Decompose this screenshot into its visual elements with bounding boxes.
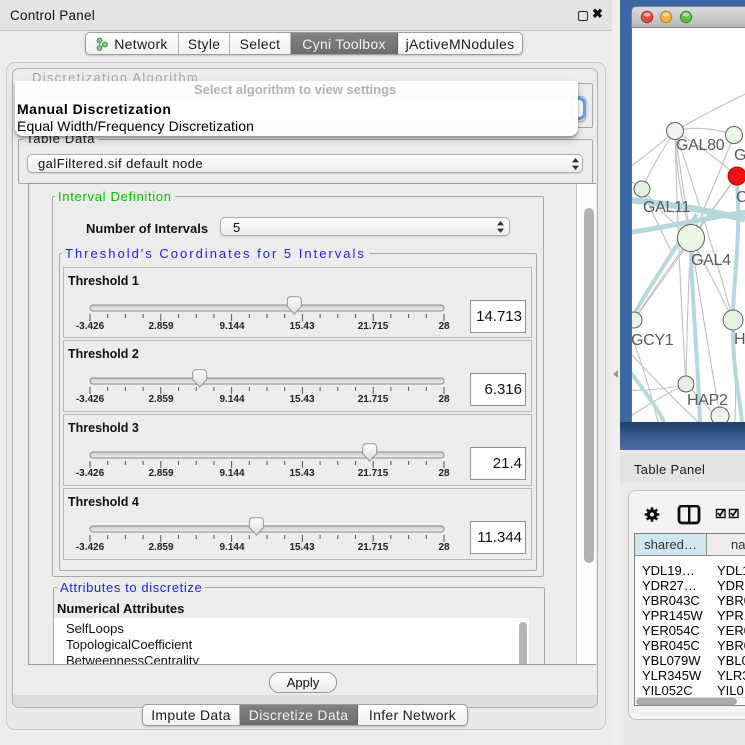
- svg-text:HAP2: HAP2: [687, 392, 728, 409]
- svg-text:GA: GA: [734, 147, 745, 164]
- svg-text:GAL11: GAL11: [643, 199, 691, 216]
- svg-text:C: C: [736, 189, 745, 206]
- svg-text:HI: HI: [734, 331, 745, 348]
- svg-text:GAL80: GAL80: [676, 137, 725, 154]
- svg-text:GCY1: GCY1: [632, 332, 674, 349]
- svg-text:GAL4: GAL4: [691, 252, 731, 269]
